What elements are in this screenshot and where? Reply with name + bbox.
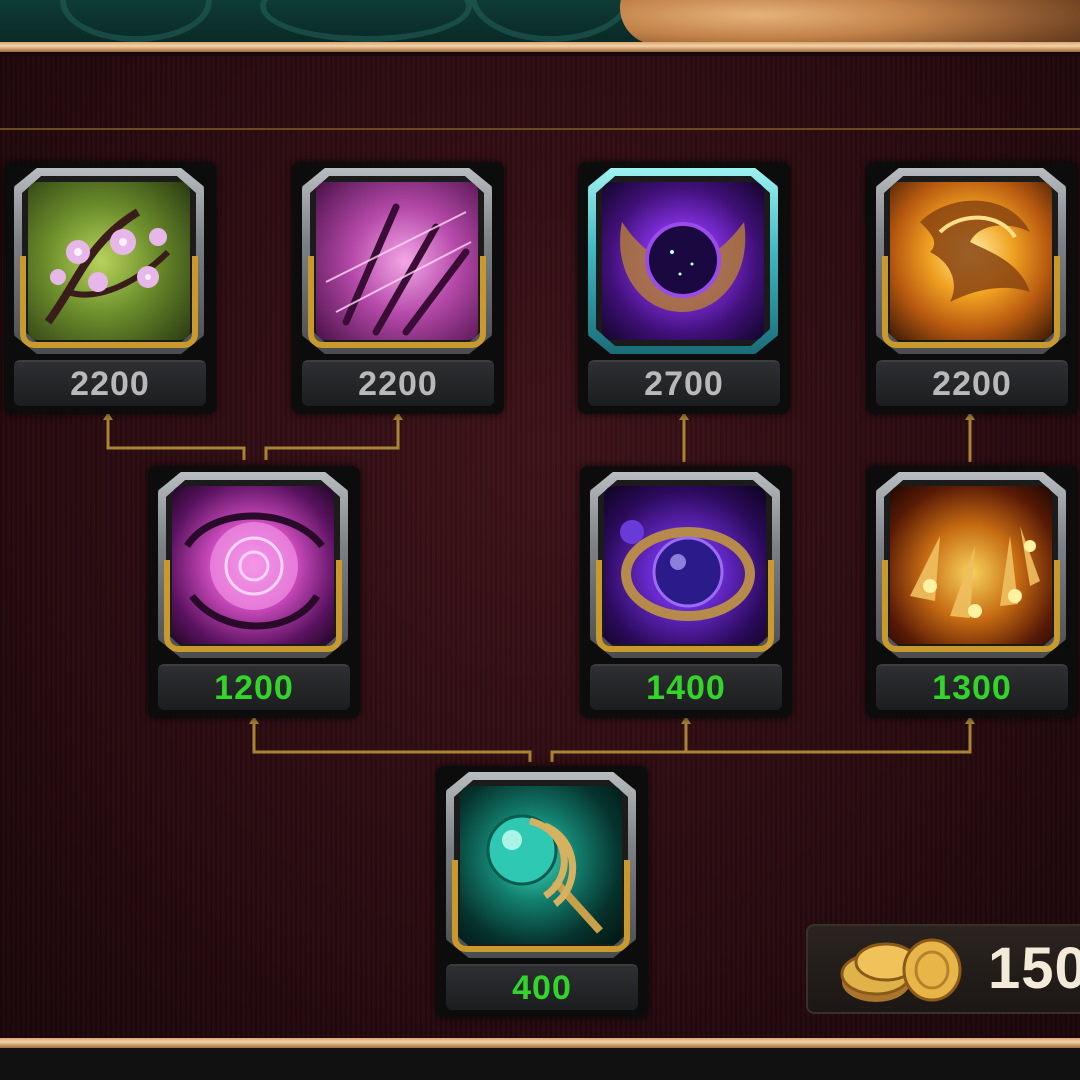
talent-cost: 2200 bbox=[876, 360, 1068, 406]
talent-node-blossom[interactable]: 2200 bbox=[4, 162, 216, 414]
golden-phoenix-icon bbox=[890, 182, 1052, 340]
gold-coins-icon bbox=[840, 938, 962, 1002]
thorn-rose-icon bbox=[172, 486, 334, 644]
bottom-bar bbox=[0, 1048, 1080, 1080]
void-orb-wings-icon bbox=[602, 182, 764, 340]
talent-cost: 400 bbox=[446, 964, 638, 1010]
currency-display: 150 bbox=[806, 924, 1080, 1014]
talent-node-void[interactable]: 2700 bbox=[578, 162, 790, 414]
talent-node-feather[interactable]: 1300 bbox=[866, 466, 1078, 718]
coin-pile-decoration bbox=[620, 0, 1080, 42]
top-banner bbox=[0, 0, 1080, 42]
talent-cost: 2700 bbox=[588, 360, 780, 406]
talent-cost: 2200 bbox=[14, 360, 206, 406]
talent-cost: 2200 bbox=[302, 360, 494, 406]
blossom-branch-icon bbox=[28, 182, 190, 340]
teal-orb-staff-icon bbox=[460, 786, 622, 944]
panel-divider bbox=[0, 128, 1080, 130]
talent-node-phoenix[interactable]: 2200 bbox=[866, 162, 1078, 414]
talent-node-rose[interactable]: 1200 bbox=[148, 466, 360, 718]
talent-node-orb[interactable]: 1400 bbox=[580, 466, 792, 718]
panel-top-rim bbox=[0, 42, 1080, 52]
pink-blades-icon bbox=[316, 182, 478, 340]
talent-cost: 1400 bbox=[590, 664, 782, 710]
talent-node-blades[interactable]: 2200 bbox=[292, 162, 504, 414]
talent-cost: 1300 bbox=[876, 664, 1068, 710]
panel-bottom-rim bbox=[0, 1038, 1080, 1048]
purple-orb-icon bbox=[604, 486, 766, 644]
talent-node-staff[interactable]: 400 bbox=[436, 766, 648, 1018]
currency-amount: 150 bbox=[988, 936, 1080, 1001]
golden-feathers-icon bbox=[890, 486, 1052, 644]
talent-cost: 1200 bbox=[158, 664, 350, 710]
